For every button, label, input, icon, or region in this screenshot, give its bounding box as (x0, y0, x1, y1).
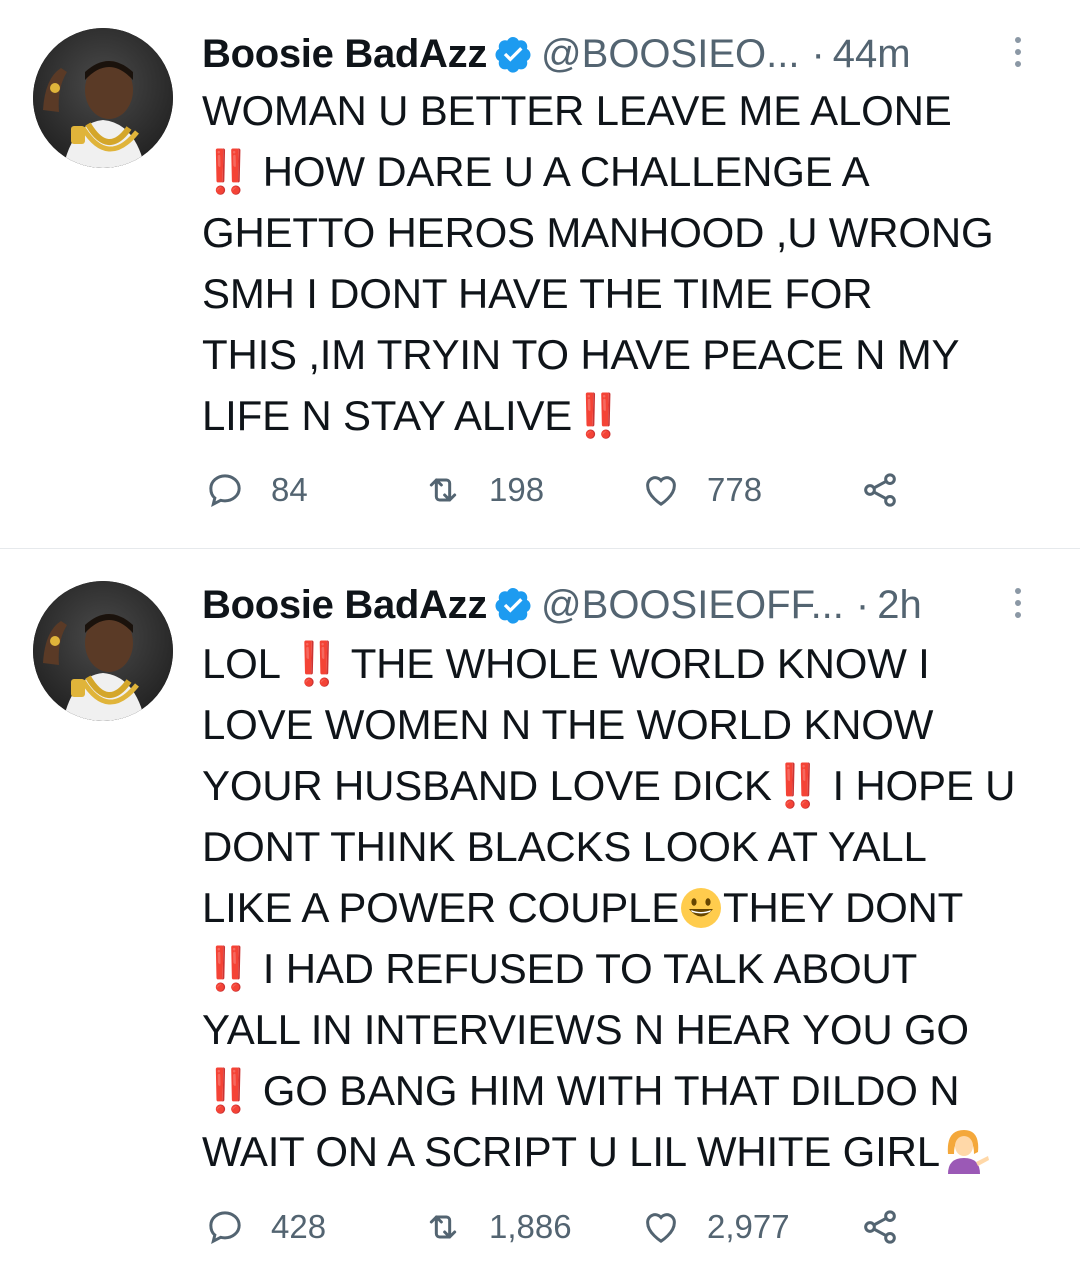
reply-icon (209, 1211, 241, 1245)
tweet-header: Boosie BadAzz @BOOSIEOFF... · 2h (202, 575, 1062, 635)
avatar[interactable] (33, 581, 173, 721)
tweet-text-line: LOVE WOMEN N THE WORLD KNOW (202, 701, 934, 748)
tweet-text-line: ‼️ GO BANG HIM WITH THAT DILDO N (202, 1067, 960, 1114)
reply-count: 428 (271, 1208, 327, 1245)
retweet-button[interactable]: 1,886 (423, 1207, 572, 1247)
like-count: 2,977 (707, 1208, 790, 1245)
separator-dot: · (811, 31, 825, 76)
like-button[interactable]: 2,977 (641, 1207, 790, 1247)
share-icon (864, 1210, 896, 1244)
tweet-text-line: GHETTO HEROS MANHOOD ,U WRONG (202, 209, 994, 256)
tweet-text-line: YOUR HUSBAND LOVE DICK‼️ I HOPE U (202, 762, 1016, 809)
tweet-actions: 84 198 778 (205, 470, 965, 520)
reply-icon (209, 474, 241, 508)
tweet-header: Boosie BadAzz @BOOSIEO... · 44m (202, 24, 1062, 84)
double-exclamation-emoji: ‼️ (290, 640, 343, 687)
reply-button[interactable]: 84 (205, 470, 308, 510)
tweet-text-line: WOMAN U BETTER LEAVE ME ALONE (202, 87, 952, 134)
like-count: 778 (707, 471, 763, 508)
tweet-text-line: ‼️ HOW DARE U A CHALLENGE A (202, 148, 870, 195)
tweet-text-line: THIS ,IM TRYIN TO HAVE PEACE N MY (202, 331, 960, 378)
tweet-text: WOMAN U BETTER LEAVE ME ALONE ‼️ HOW DAR… (202, 80, 1062, 446)
tweet[interactable]: Boosie BadAzz @BOOSIEO... · 44m WOMAN U … (0, 0, 1080, 548)
tweet[interactable]: Boosie BadAzz @BOOSIEOFF... · 2h LOL ‼️ … (0, 549, 1080, 1275)
double-exclamation-emoji: ‼️ (202, 148, 254, 195)
retweet-icon (429, 1215, 457, 1239)
retweet-button[interactable]: 198 (423, 470, 544, 510)
tweet-text-line: LIKE A POWER COUPLE😃THEY DONT (202, 877, 1062, 938)
tweet-text-line: YALL IN INTERVIEWS N HEAR YOU GO (202, 1006, 969, 1053)
display-name[interactable]: Boosie BadAzz (202, 32, 487, 77)
handle[interactable]: @BOOSIEO... (541, 32, 799, 77)
tweet-text-line: WAIT ON A SCRIPT U LIL WHITE GIRL💁‍♀️ (202, 1121, 1062, 1182)
tipping-hand-woman-emoji (940, 1124, 990, 1190)
tweet-actions: 428 1,886 2,977 (205, 1207, 965, 1257)
retweet-icon (429, 478, 457, 502)
reply-count: 84 (271, 471, 308, 508)
heart-icon (646, 1213, 676, 1243)
tweet-text-line: SMH I DONT HAVE THE TIME FOR (202, 270, 873, 317)
more-vertical-icon[interactable] (1014, 585, 1022, 621)
more-vertical-icon[interactable] (1014, 34, 1022, 70)
share-button[interactable] (860, 1207, 926, 1247)
double-exclamation-emoji: ‼️ (572, 392, 624, 439)
share-icon (864, 473, 896, 507)
tweet-text-line: DONT THINK BLACKS LOOK AT YALL (202, 823, 927, 870)
tweet-text-line: LOL ‼️ THE WHOLE WORLD KNOW I (202, 640, 930, 687)
reply-button[interactable]: 428 (205, 1207, 326, 1247)
smiley-emoji (679, 885, 723, 946)
handle[interactable]: @BOOSIEOFF... (541, 583, 844, 628)
double-exclamation-emoji: ‼️ (771, 762, 824, 809)
retweet-count: 1,886 (489, 1208, 572, 1245)
verified-badge-icon (495, 588, 531, 624)
separator-dot: · (855, 582, 870, 627)
share-button[interactable] (860, 470, 926, 510)
avatar[interactable] (33, 28, 173, 168)
tweet-text: LOL ‼️ THE WHOLE WORLD KNOW I LOVE WOMEN… (202, 633, 1062, 1182)
timestamp[interactable]: 44m (833, 32, 911, 77)
tweet-text-line: LIFE N STAY ALIVE‼️ (202, 392, 624, 439)
double-exclamation-emoji: ‼️ (202, 1067, 254, 1114)
tweet-text-line: ‼️ I HAD REFUSED TO TALK ABOUT (202, 945, 918, 992)
verified-badge-icon (495, 37, 531, 73)
retweet-count: 198 (489, 471, 545, 508)
timestamp[interactable]: 2h (877, 583, 922, 628)
display-name[interactable]: Boosie BadAzz (202, 583, 487, 628)
double-exclamation-emoji: ‼️ (202, 945, 254, 992)
heart-icon (646, 476, 676, 506)
like-button[interactable]: 778 (641, 470, 762, 510)
